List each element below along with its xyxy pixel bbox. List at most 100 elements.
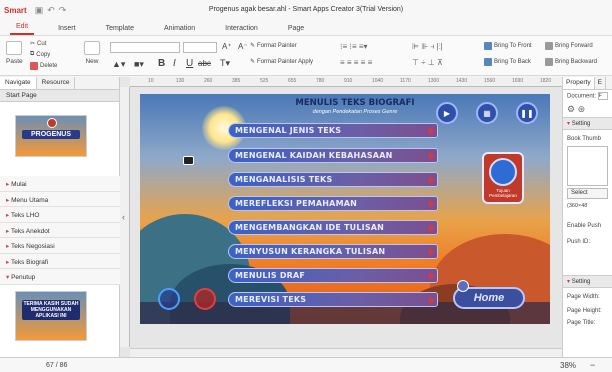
pause-icon[interactable]: ❚❚ — [516, 102, 538, 124]
menu-menulis-draf[interactable]: MENULIS DRAF — [228, 268, 438, 283]
camera-icon[interactable] — [183, 156, 194, 165]
new-page-icon — [84, 41, 100, 55]
bring-forward-label: Bring Forward — [555, 43, 593, 49]
select-button[interactable]: Select — [567, 188, 608, 199]
grid-icon[interactable]: ▦ — [476, 102, 498, 124]
page-item-teks-negosiasi[interactable]: Teks Negosiasi — [0, 238, 120, 254]
page-counter: 67 / 86 — [46, 362, 68, 369]
enable-push-label: Enable Push — [567, 223, 602, 229]
forward-icon[interactable] — [194, 288, 216, 310]
document-row: Document: F — [563, 90, 612, 102]
tab-animation[interactable]: Animation — [158, 25, 201, 35]
tab-resource[interactable]: Resource — [37, 77, 76, 89]
setting-header[interactable]: Setting — [563, 117, 612, 130]
font-shrink-button[interactable]: A⁻ — [238, 42, 248, 51]
font-color-button[interactable]: ▲▾ — [112, 59, 125, 70]
menu-mengenal-jenis-teks[interactable]: MENGENAL JENIS TEKS — [228, 123, 438, 138]
collapse-panel-icon[interactable]: ‹ — [122, 212, 125, 222]
page-item-mulai[interactable]: Mulai — [0, 176, 120, 192]
menu-merevisi-teks[interactable]: MEREVISI TEKS — [228, 292, 438, 307]
position-buttons-bottom[interactable]: ⊤ ÷ ⊥ ⊼ — [412, 58, 443, 67]
format-painter-label: Format Painter — [257, 42, 297, 49]
position-buttons-top[interactable]: ⊫ ⊪ ⫞ |⫶| — [412, 42, 443, 52]
settings-icons[interactable]: ⚙ ⊛ — [563, 102, 612, 117]
tab-template[interactable]: Template — [100, 25, 140, 35]
font-size-select[interactable] — [183, 42, 217, 53]
font-grow-button[interactable]: A⁺ — [222, 42, 232, 51]
zoom-out-button[interactable]: − — [590, 360, 595, 370]
underline-button[interactable]: U — [186, 58, 193, 69]
page-item-teks-anekdot[interactable]: Teks Anekdot — [0, 222, 120, 238]
tab-edit[interactable]: Edit — [10, 23, 35, 35]
tab-navigate[interactable]: Navigate — [0, 77, 37, 89]
slide-subtitle: dengan Pendekatan Proses Genre — [312, 109, 398, 115]
setting-header-2[interactable]: Setting — [563, 275, 612, 288]
bring-backward-button[interactable]: Bring Backward — [545, 58, 597, 66]
strikethrough-button[interactable]: abc — [198, 59, 211, 68]
copy-icon: ⧉ — [30, 51, 35, 57]
penutup-thumbnail[interactable]: TERIMA KASIH SUDAH MENGGUNAKAN APLIKASI … — [15, 291, 87, 341]
redo-icon[interactable]: ↷ — [59, 5, 67, 16]
page-item-menu-utama[interactable]: Menu Utama — [0, 191, 120, 207]
menu-menganalisis-teks[interactable]: MENGANALISIS TEKS — [228, 172, 438, 187]
page-title-label: Page Title: — [567, 320, 596, 326]
back-icon[interactable] — [158, 288, 180, 310]
highlight-button[interactable]: ■▾ — [134, 59, 144, 70]
menu-menyusun-kerangka-tulisan[interactable]: MENYUSUN KERANGKA TULISAN — [228, 244, 438, 259]
tab-e[interactable]: E — [595, 77, 606, 89]
menu-merefleksi-pemahaman[interactable]: MEREFLEKSI PEMAHAMAN — [228, 196, 438, 211]
ruler-tick: 655 — [288, 78, 297, 84]
ruler-tick: 1040 — [372, 78, 384, 84]
undo-icon[interactable]: ↶ — [47, 5, 55, 16]
property-panel: Property E Document: F ⚙ ⊛ Setting Book … — [562, 77, 612, 357]
menu-mengenal-kaidah-kebahasaan[interactable]: MENGENAL KAIDAH KEBAHASAAN — [228, 148, 438, 163]
font-family-select[interactable] — [110, 42, 180, 53]
tab-insert[interactable]: Insert — [52, 25, 82, 35]
tab-interaction[interactable]: Interaction — [219, 25, 264, 35]
start-page-item[interactable]: Start Page — [0, 90, 119, 102]
text-box-button[interactable]: T▾ — [220, 58, 230, 69]
horizontal-scrollbar[interactable] — [130, 348, 562, 357]
list-buttons[interactable]: ⁝≡ ⁝≡ ≡▾ — [340, 42, 368, 51]
slide-canvas[interactable]: MENULIS TEKS BIOGRAFI dengan Pendekatan … — [140, 94, 550, 324]
copy-button[interactable]: ⧉ Copy — [30, 51, 50, 58]
ruler-tick: 525 — [260, 78, 269, 84]
copy-label: Copy — [36, 51, 51, 58]
bold-button[interactable]: B — [158, 58, 165, 69]
ribbon-tabs: Edit Insert Template Animation Interacti… — [0, 20, 612, 36]
paste-button[interactable]: Paste — [6, 41, 23, 65]
cut-button[interactable]: ✂ Cut — [30, 40, 46, 48]
format-painter-apply-button[interactable]: ✎ Format Painter Apply — [250, 58, 313, 66]
tab-property[interactable]: Property — [563, 77, 595, 89]
new-label: New — [85, 58, 99, 65]
delete-button[interactable]: Delete — [30, 62, 57, 70]
paste-label: Paste — [6, 58, 23, 65]
ruler-tick: 1690 — [512, 78, 524, 84]
bring-to-front-button[interactable]: Bring To Front — [484, 42, 532, 50]
zoom-level[interactable]: 38% — [560, 361, 576, 370]
title-bar: Smart ▣ ↶ ↷ Progenus agak besar.ahl - Sm… — [0, 0, 612, 20]
ruler-tick: 260 — [204, 78, 213, 84]
new-button[interactable]: New — [84, 41, 100, 65]
page-item-teks-biografi[interactable]: Teks Biografi — [0, 253, 120, 269]
tujuan-pembelajaran-button[interactable]: Tujuan Pembelajaran — [482, 152, 524, 204]
page-item-penutup[interactable]: Penutup — [0, 269, 120, 285]
bring-forward-button[interactable]: Bring Forward — [545, 42, 593, 50]
menu-mengembangkan-ide-tulisan[interactable]: MENGEMBANGKAN IDE TULISAN — [228, 220, 438, 235]
page-item-teks-lho[interactable]: Teks LHO — [0, 207, 120, 223]
save-icon[interactable]: ▣ — [35, 5, 44, 16]
scissors-icon: ✂ — [30, 41, 36, 47]
align-buttons[interactable]: ≡ ≡ ≡ ≡ ≡ — [340, 58, 372, 67]
document-input[interactable]: F — [597, 92, 608, 100]
bring-to-back-button[interactable]: Bring To Back — [484, 58, 531, 66]
start-page-thumbnail[interactable]: PROGENUS — [15, 115, 87, 157]
tab-page[interactable]: Page — [282, 25, 310, 35]
page-list: Mulai Menu Utama Teks LHO Teks Anekdot T… — [0, 176, 120, 285]
format-painter-button[interactable]: ✎ Format Painter — [250, 42, 297, 50]
ruler-tick: 1300 — [428, 78, 440, 84]
italic-button[interactable]: I — [173, 58, 176, 69]
brush-apply-icon: ✎ — [250, 59, 256, 65]
thumbnail-title-2: TERIMA KASIH SUDAH MENGGUNAKAN APLIKASI … — [22, 300, 80, 320]
user-icon — [489, 158, 517, 186]
play-icon[interactable]: ▶ — [436, 102, 458, 124]
